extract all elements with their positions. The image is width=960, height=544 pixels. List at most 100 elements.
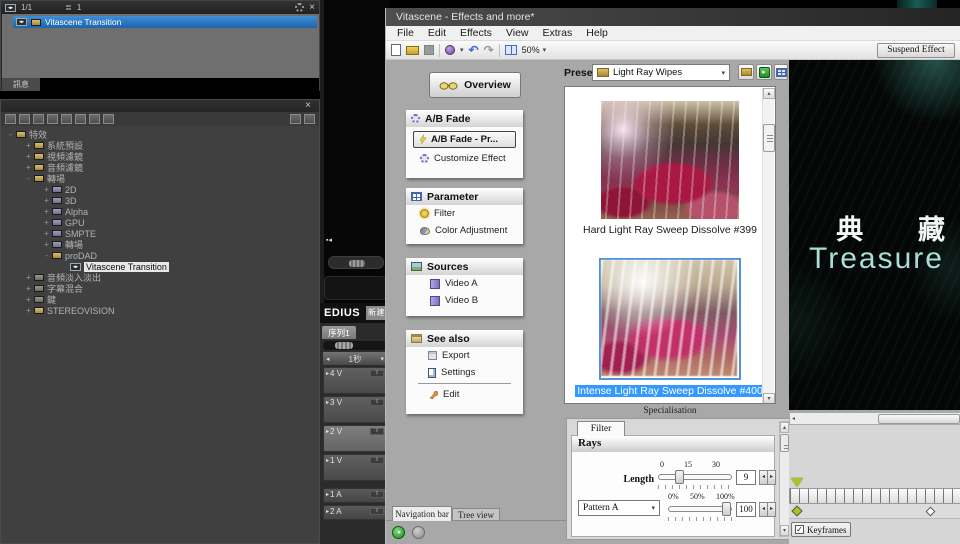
panel-option-icon[interactable] <box>304 114 315 124</box>
filter-link[interactable]: Filter <box>406 205 523 222</box>
video-track[interactable]: ▸1 V6 <box>323 454 387 481</box>
panel-option-icon[interactable] <box>290 114 301 124</box>
monitor-slider[interactable] <box>328 256 384 269</box>
menu-extras[interactable]: Extras <box>536 27 580 39</box>
slider-thumb[interactable] <box>349 260 365 267</box>
tree-item[interactable]: -轉場 <box>1 173 319 184</box>
scroll-up-button[interactable]: ▴ <box>763 88 775 99</box>
checkbox-checked[interactable]: ✓ <box>795 525 804 534</box>
close-icon[interactable]: × <box>309 3 315 13</box>
track-arrow-icon[interactable]: ▸ <box>326 508 329 515</box>
expander-icon[interactable]: + <box>41 207 52 216</box>
video-a-link[interactable]: Video A <box>406 275 523 292</box>
view-icon[interactable] <box>61 114 72 124</box>
expander-icon[interactable]: + <box>41 240 52 249</box>
tree-item[interactable]: +GPU <box>1 217 319 228</box>
view-icon[interactable] <box>33 114 44 124</box>
dropdown-icon[interactable]: ▾ <box>651 504 655 512</box>
expander-icon[interactable]: + <box>41 229 52 238</box>
effect-preview[interactable]: 典 藏 Treasure <box>789 60 960 410</box>
expander-icon[interactable]: - <box>23 174 34 183</box>
lock-icon[interactable]: 6 <box>370 491 384 498</box>
menu-file[interactable]: File <box>390 27 421 39</box>
thumbnail-view-button[interactable] <box>774 64 788 80</box>
scrollbar-thumb[interactable] <box>878 414 960 424</box>
lock-icon[interactable]: 6 <box>370 428 384 435</box>
scrollbar-thumb[interactable] <box>763 124 775 152</box>
track-arrow-icon[interactable]: ▸ <box>326 491 329 498</box>
keyframe-ruler[interactable] <box>789 488 960 504</box>
layout-columns-icon[interactable] <box>505 45 517 55</box>
menu-view[interactable]: View <box>499 27 536 39</box>
tree-item[interactable]: +SMPTE <box>1 228 319 239</box>
lock-icon[interactable]: 6 <box>370 457 384 464</box>
view-icon[interactable] <box>5 114 16 124</box>
expander-icon[interactable]: + <box>23 163 34 172</box>
edit-link[interactable]: Edit <box>406 386 523 403</box>
settings-link[interactable]: Settings <box>406 364 523 381</box>
sequence-tab[interactable]: 序列1 <box>322 326 356 339</box>
scroll-down-button[interactable]: ▾ <box>780 525 789 536</box>
apply-preset-button[interactable]: ▸ <box>756 64 772 80</box>
new-document-icon[interactable] <box>391 44 401 56</box>
length-increment-button[interactable]: ▸ <box>767 470 776 485</box>
length-value[interactable]: 9 <box>736 470 756 485</box>
preset-item[interactable]: Hard Light Ray Sweep Dissolve #399 <box>565 101 775 236</box>
redo-icon[interactable]: ↷ <box>484 44 494 56</box>
view-icon[interactable] <box>47 114 58 124</box>
playhead-marker[interactable] <box>791 478 803 487</box>
ab-fade-preset-button[interactable]: A/B Fade - Pr... <box>413 131 516 148</box>
lock-icon[interactable]: 6 <box>370 508 384 515</box>
expander-icon[interactable]: - <box>5 130 16 139</box>
scale-left-icon[interactable]: ◂ <box>326 355 330 363</box>
presets-scrollbar[interactable]: ▴ ▾ <box>762 88 774 404</box>
preview-horizontal-scrollbar[interactable]: ◂ <box>789 412 960 425</box>
zoom-select[interactable]: 50% ▾ <box>522 45 547 55</box>
preset-thumbnail[interactable] <box>601 101 739 219</box>
lock-icon[interactable]: 6 <box>370 399 384 406</box>
message-tab[interactable]: 訊息 <box>2 78 40 91</box>
dropdown-icon[interactable]: ▾ <box>721 69 725 77</box>
preset-item-selected[interactable]: Intense Light Ray Sweep Dissolve #400 <box>565 258 775 397</box>
slider-thumb[interactable] <box>335 342 353 349</box>
menu-help[interactable]: Help <box>579 27 615 39</box>
tree-item[interactable]: +3D <box>1 195 319 206</box>
filter-tab[interactable]: Filter <box>577 421 625 436</box>
forward-button-disabled[interactable] <box>412 526 425 539</box>
color-adjustment-link[interactable]: Color Adjustment <box>406 222 523 239</box>
export-link[interactable]: Export <box>406 347 523 364</box>
video-track-selected[interactable]: ▸2 V6 <box>323 425 387 452</box>
tree-item[interactable]: +STEREOVISION <box>1 305 319 316</box>
tree-item[interactable]: +轉場 <box>1 239 319 250</box>
video-track[interactable]: ▸3 V6 <box>323 396 387 423</box>
view-icon[interactable] <box>19 114 30 124</box>
dropdown-icon[interactable]: ▾ <box>460 46 464 54</box>
tree-item[interactable]: +鍵 <box>1 294 319 305</box>
open-folder-icon[interactable] <box>406 46 419 55</box>
lock-icon[interactable]: 6 <box>370 370 384 377</box>
slider-thumb[interactable] <box>675 470 684 484</box>
effects-globe-icon[interactable] <box>445 45 455 55</box>
pattern-select[interactable]: Pattern A▾ <box>578 500 660 516</box>
percent-value[interactable]: 100 <box>736 502 756 517</box>
expander-icon[interactable]: + <box>41 196 52 205</box>
presets-list[interactable]: Hard Light Ray Sweep Dissolve #399 Inten… <box>564 86 776 404</box>
tree-item[interactable]: -proDAD <box>1 250 319 261</box>
length-slider[interactable] <box>658 474 732 480</box>
expander-icon[interactable]: + <box>41 218 52 227</box>
speaker-icon[interactable]: ▪◂ <box>326 236 332 244</box>
keyframes-toggle[interactable]: ✓ Keyframes <box>791 522 851 537</box>
tab-navigation-bar[interactable]: Navigation bar <box>392 506 452 521</box>
scroll-left-icon[interactable]: ◂ <box>792 415 795 422</box>
suspend-effect-button[interactable]: Suspend Effect <box>877 43 955 58</box>
dropdown-icon[interactable]: ▾ <box>543 46 547 54</box>
expander-icon[interactable]: + <box>41 185 52 194</box>
video-b-link[interactable]: Video B <box>406 292 523 309</box>
preset-selection-border[interactable] <box>599 258 741 380</box>
overview-button[interactable]: Overview <box>429 72 521 98</box>
percent-increment-button[interactable]: ▸ <box>767 502 776 517</box>
go-back-button[interactable]: ◂ <box>392 526 405 539</box>
tree-item[interactable]: +2D <box>1 184 319 195</box>
track-arrow-icon[interactable]: ▸ <box>326 399 329 406</box>
percent-slider[interactable] <box>668 506 732 512</box>
